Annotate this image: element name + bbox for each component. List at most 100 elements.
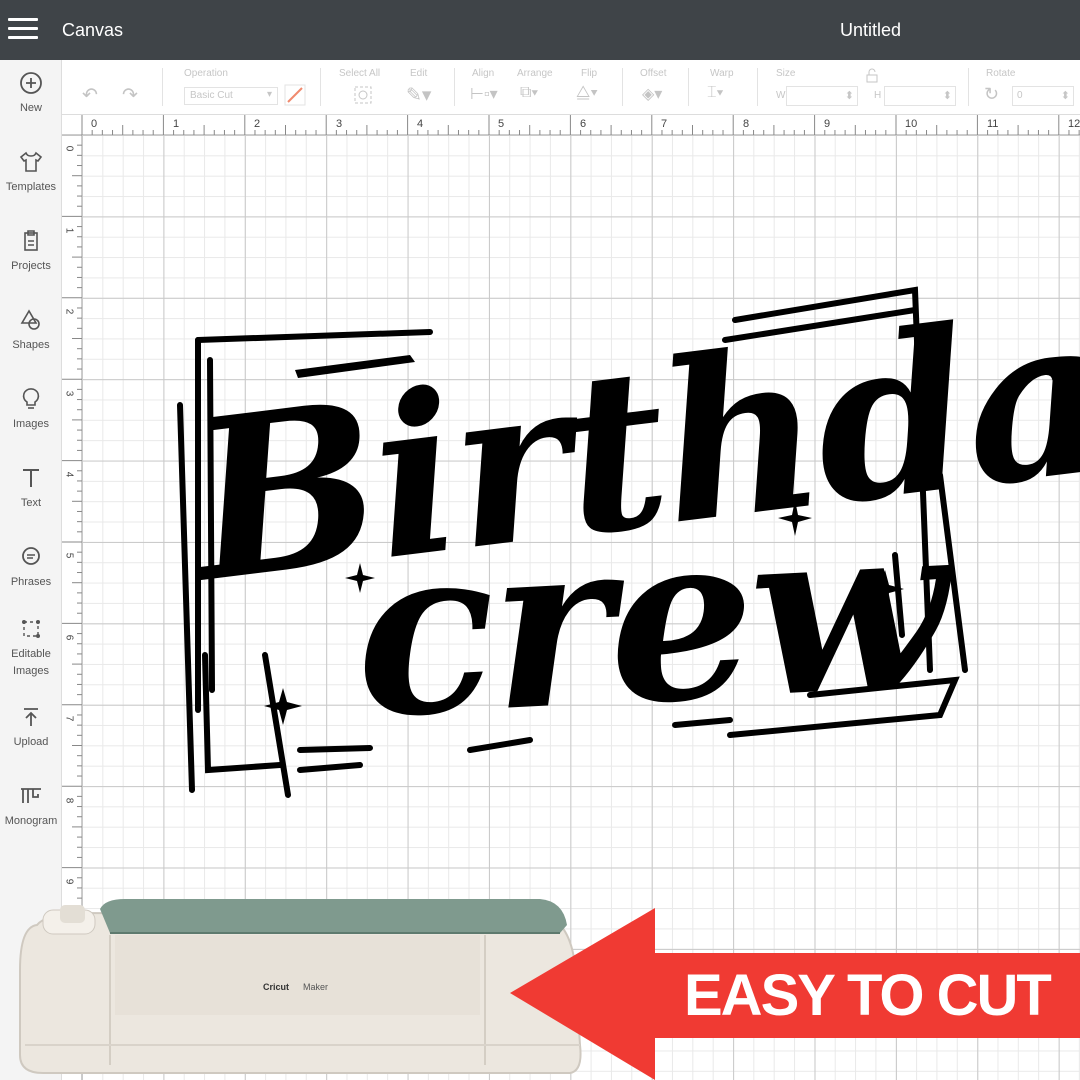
redo-icon[interactable]: ↷ bbox=[122, 84, 138, 107]
toolbar-divider bbox=[688, 68, 689, 106]
cricut-machine-illustration bbox=[19, 899, 582, 1074]
edit-toolbar: ↶ ↷ Operation Basic Cut Select All Edit … bbox=[62, 60, 1080, 115]
ruler-tick-label: 5 bbox=[498, 118, 505, 130]
operation-label: Operation bbox=[184, 68, 228, 79]
sidebar-item-label: Templates bbox=[5, 181, 57, 193]
width-label: W bbox=[776, 90, 786, 101]
warp-icon[interactable]: ⌶▾ bbox=[707, 84, 723, 102]
width-input[interactable] bbox=[786, 86, 858, 106]
top-bar: Canvas Untitled bbox=[0, 0, 1080, 60]
edit-label: Edit bbox=[410, 68, 428, 79]
ruler-tick-label: 2 bbox=[254, 118, 261, 130]
offset-icon[interactable]: ◈▾ bbox=[642, 84, 662, 104]
ruler-tick-label: 7 bbox=[661, 118, 668, 130]
machine-brand: Cricut bbox=[263, 982, 290, 992]
sidebar-item-text[interactable]: Text bbox=[0, 465, 62, 512]
arrange-icon[interactable]: ⧉▾ bbox=[520, 84, 538, 102]
ruler-tick-label: 7 bbox=[63, 715, 75, 722]
machine-model: Maker bbox=[303, 982, 329, 992]
arrange-label: Arrange bbox=[517, 68, 553, 79]
flip-icon[interactable]: ⧋▾ bbox=[576, 84, 598, 102]
toolbar-divider bbox=[320, 68, 321, 106]
warp-label: Warp bbox=[710, 68, 734, 79]
hamburger-menu-icon[interactable] bbox=[8, 18, 38, 42]
undo-icon[interactable]: ↶ bbox=[82, 84, 98, 107]
size-label: Size bbox=[776, 68, 796, 79]
ruler-tick-label: 1 bbox=[63, 227, 75, 234]
sidebar-item-upload[interactable]: Upload bbox=[0, 704, 62, 751]
ruler-tick-label: 4 bbox=[417, 118, 424, 130]
ruler-tick-label: 8 bbox=[63, 797, 75, 804]
toolbar-divider bbox=[162, 68, 163, 106]
sidebar-item-editable-images[interactable]: Editable Images bbox=[0, 616, 62, 680]
toolbar-divider bbox=[622, 68, 623, 106]
sidebar-item-projects[interactable]: Projects bbox=[0, 228, 62, 275]
speech-bubble-icon bbox=[22, 547, 40, 565]
ruler-tick-label: 5 bbox=[63, 552, 75, 559]
ruler-tick-label: 10 bbox=[905, 118, 918, 130]
offset-label: Offset bbox=[640, 68, 667, 79]
document-title[interactable]: Untitled bbox=[840, 20, 901, 41]
toolbar-divider bbox=[757, 68, 758, 106]
sidebar-item-phrases[interactable]: Phrases bbox=[0, 544, 62, 591]
toolbar-divider bbox=[454, 68, 455, 106]
sidebar-item-label: Upload bbox=[13, 736, 49, 748]
promo-text: EASY TO CUT bbox=[684, 963, 1052, 1028]
ruler-tick-label: 6 bbox=[580, 118, 587, 130]
ruler-tick-label: 2 bbox=[63, 308, 75, 315]
cricut-maker-machine: Cricut Maker bbox=[15, 895, 585, 1075]
align-label: Align bbox=[472, 68, 495, 79]
ruler-tick-label: 12 bbox=[1068, 118, 1080, 130]
sidebar-item-new[interactable]: New bbox=[0, 70, 62, 117]
birthday-crew-design[interactable]: Birthday crew bbox=[170, 248, 1080, 810]
text-icon bbox=[23, 469, 39, 487]
edit-pencil-icon[interactable]: ✎▾ bbox=[406, 84, 431, 107]
pen-color-icon[interactable] bbox=[284, 84, 306, 106]
design-text-crew: crew bbox=[348, 469, 952, 771]
select-all-icon[interactable] bbox=[352, 84, 374, 106]
ruler-tick-label: 0 bbox=[63, 145, 75, 152]
align-icon[interactable]: ⊢▫▾ bbox=[470, 84, 498, 104]
ruler-tick-label: 0 bbox=[91, 118, 98, 130]
ruler-tick-label: 9 bbox=[824, 118, 831, 130]
sidebar-item-label: Monogram bbox=[4, 815, 58, 827]
sidebar-item-monogram[interactable]: Monogram bbox=[0, 783, 62, 830]
editable-images-icon bbox=[22, 620, 40, 638]
sidebar-item-images[interactable]: Images bbox=[0, 386, 62, 433]
projects-icon bbox=[24, 230, 38, 251]
sidebar-item-label: Editable Images bbox=[11, 648, 51, 677]
top-ruler: 0 1 2 3 4 5 6 7 8 9 10 11 12 bbox=[62, 115, 1080, 135]
app-title: Canvas bbox=[62, 20, 124, 40]
shirt-icon bbox=[19, 151, 43, 172]
sidebar-item-label: New bbox=[19, 102, 42, 114]
sidebar-item-shapes[interactable]: Shapes bbox=[0, 307, 62, 354]
plus-circle-icon bbox=[20, 72, 42, 94]
operation-select[interactable]: Basic Cut bbox=[184, 87, 278, 105]
sidebar-item-label: Images bbox=[12, 418, 50, 430]
lightbulb-icon bbox=[22, 388, 40, 409]
ruler-tick-label: 11 bbox=[987, 118, 999, 130]
height-label: H bbox=[874, 90, 882, 101]
select-all-label: Select All bbox=[339, 68, 381, 79]
ruler-tick-label: 9 bbox=[63, 878, 75, 885]
shapes-icon bbox=[20, 309, 40, 330]
ruler-tick-label: 3 bbox=[63, 390, 75, 397]
ruler-tick-label: 1 bbox=[173, 118, 180, 130]
sidebar-item-label: Shapes bbox=[12, 339, 50, 351]
sidebar-item-templates[interactable]: Templates bbox=[0, 149, 62, 196]
lock-icon[interactable] bbox=[864, 68, 880, 84]
sidebar-item-label: Projects bbox=[11, 260, 51, 272]
rotate-icon[interactable]: ↻ bbox=[984, 84, 999, 105]
ruler-tick-label: 6 bbox=[63, 634, 75, 641]
ruler-tick-label: 4 bbox=[63, 471, 75, 478]
upload-icon bbox=[24, 708, 38, 726]
flip-label: Flip bbox=[581, 68, 598, 79]
sidebar-item-label: Phrases bbox=[10, 576, 52, 588]
monogram-icon bbox=[21, 788, 41, 803]
rotate-input[interactable]: 0 bbox=[1012, 86, 1074, 106]
toolbar-divider bbox=[968, 68, 969, 106]
ruler-tick-label: 3 bbox=[336, 118, 343, 130]
rotate-label: Rotate bbox=[986, 68, 1016, 79]
sidebar-item-label: Text bbox=[20, 497, 42, 509]
height-input[interactable] bbox=[884, 86, 956, 106]
